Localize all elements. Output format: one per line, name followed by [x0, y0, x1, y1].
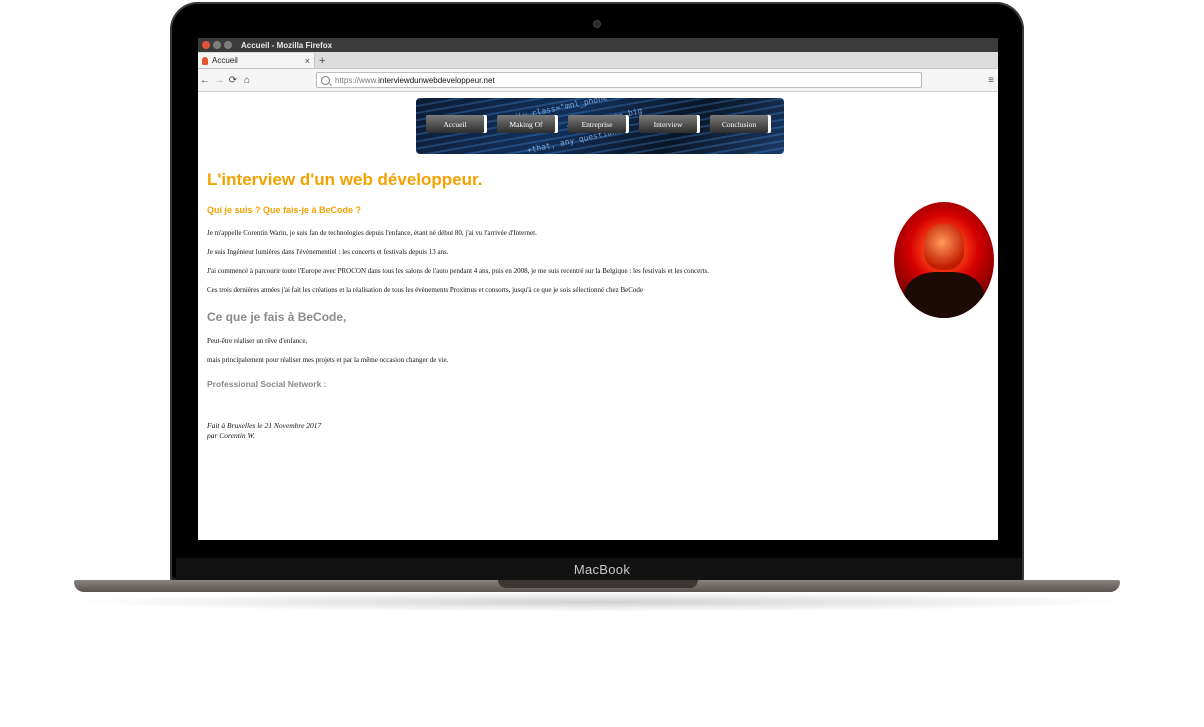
social-network-heading: Professional Social Network : — [207, 379, 327, 389]
paragraph: mais principalement pour réaliser mes pr… — [207, 356, 449, 364]
section-heading-who: Qui je suis ? Que fais-je à BeCode ? — [207, 205, 362, 215]
window-titlebar: Accueil - Mozilla Firefox — [198, 38, 998, 52]
window-maximize-button[interactable] — [224, 41, 232, 49]
window-close-button[interactable] — [202, 41, 210, 49]
url-domain: interviewdunwebdeveloppeur.net — [378, 75, 495, 85]
nav-item-making-of[interactable]: Making Of — [497, 115, 555, 133]
home-icon[interactable]: ⌂ — [240, 75, 254, 86]
page-title: L'interview d'un web développeur. — [207, 170, 483, 189]
tab-close-icon[interactable]: × — [305, 56, 310, 66]
camera-icon — [594, 21, 600, 27]
reload-icon[interactable]: ⟳ — [226, 75, 240, 86]
favicon-icon — [202, 56, 208, 65]
window-title: Accueil - Mozilla Firefox — [241, 40, 333, 50]
header-banner: div class="mnl_phone"> <span class= big … — [416, 98, 784, 154]
profile-photo — [894, 202, 994, 318]
nav-item-interview[interactable]: Interview — [639, 115, 697, 133]
nav-item-accueil[interactable]: Accueil — [426, 115, 484, 133]
forward-arrow-icon[interactable]: → — [212, 75, 226, 86]
tab-accueil[interactable]: Accueil × — [198, 53, 315, 68]
hamburger-menu-icon[interactable]: ≡ — [988, 75, 994, 86]
back-arrow-icon[interactable]: ← — [198, 75, 212, 86]
url-scheme: https://www. — [335, 75, 379, 85]
profile-photo-face — [924, 224, 964, 270]
paragraph: Je suis Ingénieur lumières dans l'évènem… — [207, 248, 449, 256]
footer-author: par Corentin W. — [207, 431, 255, 440]
device-brand-label: MacBook — [573, 562, 631, 577]
nav-item-conclusion[interactable]: Conclusion — [710, 115, 768, 133]
laptop-shadow — [60, 592, 1140, 612]
paragraph: Peut-être réaliser un rêve d'enfance, — [207, 337, 308, 345]
browser-window: Accueil - Mozilla Firefox Accueil × + ← … — [198, 38, 998, 540]
tab-strip: Accueil × + — [198, 52, 998, 69]
new-tab-button[interactable]: + — [319, 54, 325, 68]
footer-date: Fait à Bruxelles le 21 Novembre 2017 — [207, 421, 322, 430]
site-nav-menu: Accueil Making Of Entreprise Interview C… — [426, 115, 781, 133]
tab-label: Accueil — [212, 56, 238, 65]
paragraph: Ces trois dernières années j'ai fait les… — [207, 286, 644, 294]
profile-photo-body — [904, 272, 984, 318]
paragraph: Je m'appelle Corentin Warin, je suis fan… — [207, 229, 537, 237]
search-icon — [321, 75, 330, 85]
navigation-toolbar: ← → ⟳ ⌂ https://www. interviewdunwebdeve… — [198, 69, 998, 92]
web-page: div class="mnl_phone"> <span class= big … — [198, 92, 998, 538]
window-minimize-button[interactable] — [213, 41, 221, 49]
laptop-base-notch — [498, 580, 698, 588]
url-bar[interactable]: https://www. interviewdunwebdeveloppeur.… — [316, 72, 922, 88]
paragraph: J'ai commencé à parcourir toute l'Europe… — [207, 267, 710, 275]
nav-item-entreprise[interactable]: Entreprise — [568, 115, 626, 133]
section-heading-becode: Ce que je fais à BeCode, — [207, 310, 347, 324]
